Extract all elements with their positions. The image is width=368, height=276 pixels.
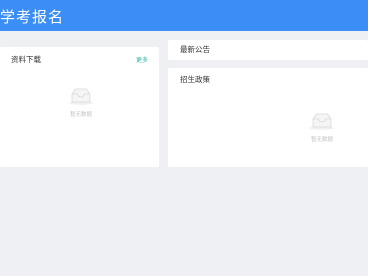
news-card: 最新公告	[168, 40, 368, 60]
policy-empty-text: 暂无数据	[310, 137, 333, 143]
downloads-empty-state: 暂无数据	[61, 87, 101, 118]
downloads-title: 资料下载	[11, 55, 41, 64]
downloads-empty-text: 暂无数据	[69, 112, 92, 118]
downloads-card: 资料下载 更多 暂无数据	[0, 47, 159, 167]
inbox-icon	[69, 88, 93, 105]
more-link[interactable]: 更多	[136, 55, 148, 64]
news-title: 最新公告	[180, 45, 210, 54]
policy-title: 招生政策	[180, 75, 210, 84]
inbox-icon	[310, 113, 334, 130]
site-title: 学考报名	[0, 8, 65, 26]
policy-empty-state: 暂无数据	[302, 112, 342, 143]
policy-card: 招生政策 暂无数据	[168, 68, 368, 167]
header-bar: 学考报名	[0, 0, 368, 31]
